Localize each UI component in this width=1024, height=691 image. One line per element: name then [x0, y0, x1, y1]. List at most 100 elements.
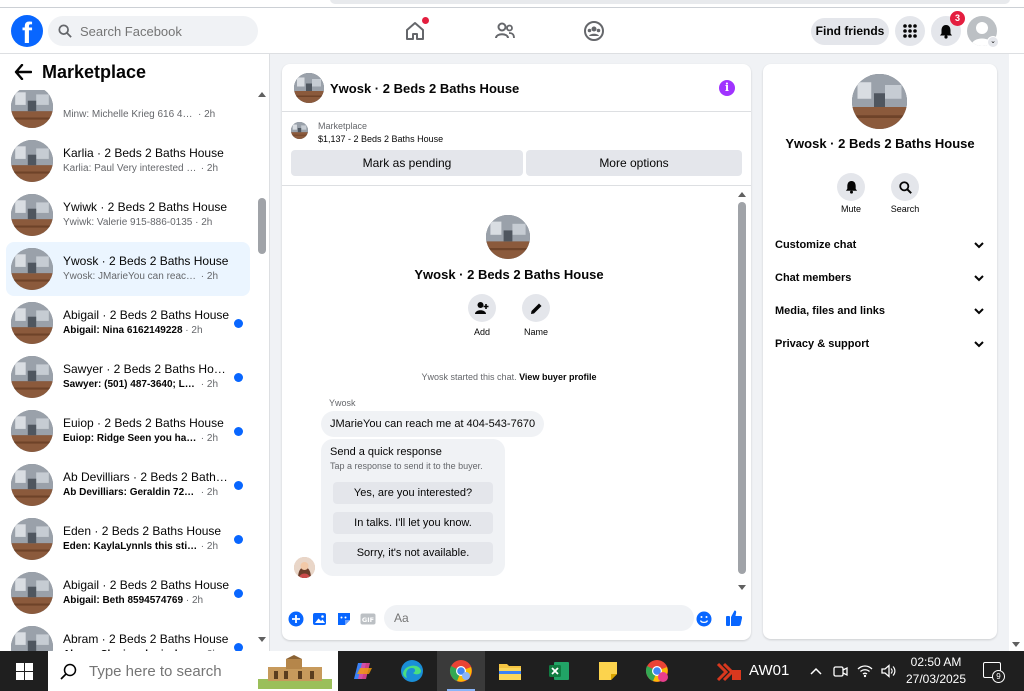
conversation-item[interactable]: Eden · 2 Beds 2 Baths House Eden: KaylaLy…: [6, 512, 250, 566]
taskbar-search-input[interactable]: [89, 662, 239, 680]
chat-info-panel: Ywosk · 2 Beds 2 Baths House Mute Search…: [763, 64, 997, 639]
section-customize-chat[interactable]: Customize chat: [763, 231, 997, 261]
listing-thumbnail: [11, 464, 53, 506]
excel-app-icon[interactable]: [535, 651, 583, 691]
quick-response-title: Send a quick response: [330, 446, 442, 458]
volume-icon[interactable]: [880, 663, 896, 679]
unread-indicator-dot: [234, 373, 243, 382]
address-bar[interactable]: [330, 0, 1010, 4]
more-options-button[interactable]: More options: [526, 150, 742, 176]
meet-now-icon[interactable]: [832, 663, 848, 679]
conversation-item[interactable]: Ab Devilliars · 2 Beds 2 Baths ... Ab Dev…: [6, 458, 250, 512]
wifi-icon[interactable]: [857, 663, 873, 679]
message-bubble[interactable]: JMarieYou can reach me at 404-543-7670: [321, 411, 545, 437]
quick-response-button[interactable]: Sorry, it's not available.: [333, 542, 493, 564]
file-explorer-icon[interactable]: [486, 651, 534, 691]
section-privacy-support[interactable]: Privacy & support: [763, 330, 997, 360]
chrome-browser-icon[interactable]: [437, 651, 485, 691]
gif-icon[interactable]: GIF: [360, 611, 376, 627]
copilot-app-icon[interactable]: [339, 651, 387, 691]
sidebar-scrollbar[interactable]: [256, 90, 268, 646]
scroll-down-arrow[interactable]: [738, 585, 746, 590]
scroll-up-arrow[interactable]: [738, 192, 746, 197]
friends-nav-icon[interactable]: [494, 20, 516, 42]
quick-response-button[interactable]: In talks. I'll let you know.: [333, 512, 493, 534]
chevron-down-icon[interactable]: ⌄: [987, 36, 999, 48]
facebook-logo[interactable]: f: [11, 15, 43, 47]
edge-browser-icon[interactable]: [388, 651, 436, 691]
name-button[interactable]: [522, 294, 550, 322]
unread-indicator-dot: [234, 589, 243, 598]
menu-grid-button[interactable]: [895, 16, 925, 46]
facebook-top-bar: f Find friends 3 ⌄: [0, 8, 1024, 54]
clock-time[interactable]: 02:50 AM: [903, 655, 969, 669]
listing-thumbnail: [11, 572, 53, 614]
photo-icon[interactable]: [312, 611, 328, 627]
conversation-item[interactable]: Abigail · 2 Beds 2 Baths House Abigail: B…: [6, 566, 250, 620]
sender-avatar[interactable]: [294, 557, 315, 578]
listing-small-thumbnail[interactable]: [291, 122, 308, 139]
chat-panel: Ywosk · 2 Beds 2 Baths House i Marketpla…: [282, 64, 751, 640]
listing-detail[interactable]: $1,137 - 2 Beds 2 Baths House: [318, 134, 443, 144]
conversation-preview: Abigail: Nina 6162149228 · 2h: [63, 325, 239, 336]
like-thumb-icon[interactable]: [725, 609, 743, 627]
info-icon[interactable]: i: [719, 80, 735, 96]
scrollbar-thumb[interactable]: [738, 202, 746, 574]
taskbar-search[interactable]: [48, 651, 338, 691]
scroll-down-arrow[interactable]: [1012, 642, 1020, 647]
tray-app-label[interactable]: AW01: [749, 662, 789, 679]
listing-thumbnail: [11, 410, 53, 452]
conversation-item[interactable]: Euiop · 2 Beds 2 Baths House Euiop: Ridge…: [6, 404, 250, 458]
preview-text: Minw: Michelle Krieg 616 427 7530: [63, 109, 198, 120]
add-button[interactable]: [468, 294, 496, 322]
quick-response-button[interactable]: Yes, are you interested?: [333, 482, 493, 504]
mute-button[interactable]: [837, 173, 865, 201]
search-in-chat-button[interactable]: [891, 173, 919, 201]
conversation-item[interactable]: Ywosk · 2 Beds 2 Baths House Ywosk: JMari…: [6, 242, 250, 296]
conversation-item[interactable]: Abram · 2 Beds 2 Baths HouseAbram: Sheri…: [6, 620, 250, 651]
chevron-up-icon[interactable]: [808, 663, 824, 679]
listing-thumbnail: [11, 518, 53, 560]
preview-text: Ab Devilliars: Geraldin 7209682...: [63, 487, 198, 498]
mark-as-pending-button[interactable]: Mark as pending: [291, 150, 523, 176]
search-input[interactable]: [80, 23, 240, 39]
marketplace-sidebar: Minw: Michelle Krieg 616 427 7530 · 2h Kar…: [0, 54, 270, 651]
conversation-item[interactable]: Ywiwk · 2 Beds 2 Baths House Ywiwk: Valer…: [6, 188, 250, 242]
conversation-item[interactable]: Abigail · 2 Beds 2 Baths House Abigail: N…: [6, 296, 250, 350]
aw01-tray-app-icon[interactable]: [716, 660, 742, 682]
page-scrollbar[interactable]: [1009, 54, 1024, 651]
facebook-search[interactable]: [48, 16, 258, 46]
grid-icon: [903, 24, 917, 38]
listing-bar: Marketplace $1,137 - 2 Beds 2 Baths Hous…: [282, 113, 751, 186]
conversation-item[interactable]: Karlia · 2 Beds 2 Baths House Karlia: Pau…: [6, 134, 250, 188]
listing-thumbnail[interactable]: [294, 73, 324, 103]
sticker-icon[interactable]: [336, 611, 352, 627]
scrollbar-thumb[interactable]: [258, 198, 266, 254]
conversation-item[interactable]: Sawyer · 2 Beds 2 Baths House Sawyer: (50…: [6, 350, 250, 404]
start-button[interactable]: [0, 651, 48, 691]
conversation-avatar: [486, 215, 530, 259]
emoji-icon[interactable]: [696, 611, 712, 627]
unread-indicator-dot: [234, 481, 243, 490]
conversation-title: Euiop · 2 Beds 2 Baths House: [63, 416, 224, 430]
chrome-profile-icon[interactable]: [633, 651, 681, 691]
clock-date[interactable]: 27/03/2025: [903, 672, 969, 686]
groups-nav-icon[interactable]: [583, 20, 605, 42]
scroll-down-arrow[interactable]: [258, 637, 266, 642]
chat-scrollbar[interactable]: [736, 190, 748, 592]
section-media-files-links[interactable]: Media, files and links: [763, 297, 997, 327]
back-arrow-icon[interactable]: [14, 64, 32, 80]
scroll-up-arrow[interactable]: [258, 92, 266, 97]
info-panel-thumbnail[interactable]: [852, 74, 907, 129]
plus-circle-icon[interactable]: [288, 611, 304, 627]
preview-time: · 2h: [192, 217, 213, 228]
section-chat-members[interactable]: Chat members: [763, 264, 997, 294]
message-input[interactable]: [384, 605, 694, 631]
preview-time: · 2h: [198, 541, 219, 552]
find-friends-button[interactable]: Find friends: [811, 18, 889, 45]
view-buyer-profile-link[interactable]: View buyer profile: [519, 372, 596, 382]
chat-title[interactable]: Ywosk · 2 Beds 2 Baths House: [330, 81, 519, 96]
notification-center-icon[interactable]: 9: [983, 662, 1005, 683]
home-nav-icon[interactable]: [404, 17, 429, 42]
sticky-notes-icon[interactable]: [584, 651, 632, 691]
